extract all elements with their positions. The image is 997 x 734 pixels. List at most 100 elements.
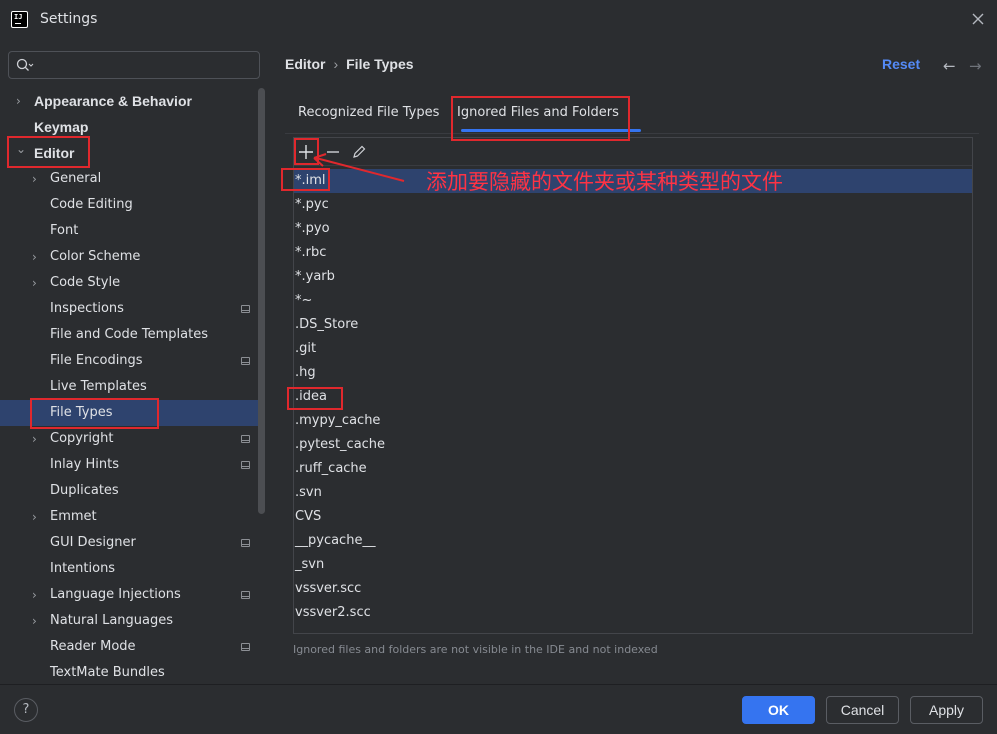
- list-item[interactable]: .pytest_cache: [294, 433, 972, 457]
- sidebar-item-editor[interactable]: ⌄ Editor: [0, 140, 268, 166]
- sidebar-item-code-style[interactable]: › Code Style: [0, 270, 268, 296]
- list-item[interactable]: .DS_Store: [294, 313, 972, 337]
- sidebar-item-duplicates[interactable]: Duplicates: [0, 478, 268, 504]
- sidebar-item-live-templates[interactable]: Live Templates: [0, 374, 268, 400]
- sidebar-item-file-and-code-templates[interactable]: File and Code Templates: [0, 322, 268, 348]
- ignored-list-panel: *.iml *.pyc *.pyo *.rbc *.yarb *~ .DS_Store .gi…: [293, 137, 973, 634]
- title-bar: IJ Settings: [0, 0, 997, 40]
- list-item[interactable]: .idea: [294, 385, 972, 409]
- search-field[interactable]: [8, 51, 260, 79]
- tab-recognized-file-types[interactable]: Recognized File Types: [298, 105, 439, 120]
- sidebar-item-language-injections[interactable]: › Language Injections: [0, 582, 268, 608]
- list-item[interactable]: .svn: [294, 481, 972, 505]
- sidebar-item-color-scheme[interactable]: › Color Scheme: [0, 244, 268, 270]
- list-item[interactable]: __pycache__: [294, 529, 972, 553]
- sidebar-item-file-encodings[interactable]: File Encodings: [0, 348, 268, 374]
- search-icon: [16, 58, 34, 71]
- chevron-right-icon[interactable]: ›: [32, 426, 44, 452]
- help-button[interactable]: ?: [14, 698, 38, 722]
- list-item[interactable]: vssver2.scc: [294, 601, 972, 625]
- sidebar-scrollbar[interactable]: [258, 88, 265, 514]
- sidebar-item-intentions[interactable]: Intentions: [0, 556, 268, 582]
- list-item[interactable]: *.pyo: [294, 217, 972, 241]
- sidebar-item-general[interactable]: › General: [0, 166, 268, 192]
- sidebar-item-textmate-bundles[interactable]: TextMate Bundles: [0, 660, 268, 686]
- reset-button[interactable]: Reset: [882, 56, 920, 72]
- minus-icon[interactable]: [324, 143, 342, 161]
- chevron-right-icon[interactable]: ›: [32, 270, 44, 296]
- dialog-footer: ? OK Cancel Apply: [0, 684, 997, 734]
- annotation-text: 添加要隐藏的文件夹或某种类型的文件: [426, 170, 783, 194]
- sidebar-item-label: Inlay Hints: [50, 457, 119, 472]
- chevron-right-icon[interactable]: ›: [32, 504, 44, 530]
- sidebar-item-label: File Types: [50, 405, 113, 420]
- sidebar-item-label: File and Code Templates: [50, 327, 208, 342]
- sidebar-item-reader-mode[interactable]: Reader Mode: [0, 634, 268, 660]
- project-level-icon: [241, 591, 250, 599]
- sidebar-item-label: File Encodings: [50, 353, 143, 368]
- hint-text: Ignored files and folders are not visibl…: [293, 643, 658, 656]
- breadcrumb-editor[interactable]: Editor: [285, 56, 325, 72]
- list-item[interactable]: CVS: [294, 505, 972, 529]
- sidebar-item-keymap[interactable]: Keymap: [0, 114, 268, 140]
- list-item[interactable]: *~: [294, 289, 972, 313]
- chevron-down-icon[interactable]: ⌄: [16, 136, 28, 162]
- sidebar-item-gui-designer[interactable]: GUI Designer: [0, 530, 268, 556]
- sidebar-item-label: Appearance & Behavior: [34, 93, 192, 109]
- cancel-button[interactable]: Cancel: [826, 696, 899, 724]
- sidebar-item-file-types[interactable]: File Types: [0, 400, 258, 426]
- sidebar-item-emmet[interactable]: › Emmet: [0, 504, 268, 530]
- sidebar-item-label: Keymap: [34, 119, 89, 135]
- sidebar-item-label: Copyright: [50, 431, 114, 446]
- ok-button[interactable]: OK: [742, 696, 815, 724]
- active-tab-indicator: [461, 129, 641, 132]
- chevron-right-icon[interactable]: ›: [16, 88, 28, 114]
- tab-ignored-files-and-folders[interactable]: Ignored Files and Folders: [457, 105, 619, 120]
- list-item[interactable]: .hg: [294, 361, 972, 385]
- chevron-right-icon[interactable]: ›: [32, 608, 44, 634]
- plus-icon[interactable]: [297, 143, 315, 161]
- arrow-right-icon[interactable]: →: [969, 57, 982, 75]
- settings-tree: › Appearance & Behavior Keymap ⌄ Editor › Gene…: [0, 88, 268, 686]
- sidebar-item-label: Natural Languages: [50, 613, 174, 628]
- list-item[interactable]: .mypy_cache: [294, 409, 972, 433]
- list-item[interactable]: *.pyc: [294, 193, 972, 217]
- chevron-right-icon[interactable]: ›: [32, 582, 44, 608]
- breadcrumb-separator-icon: ›: [333, 56, 339, 72]
- list-item[interactable]: *.yarb: [294, 265, 972, 289]
- sidebar-item-natural-languages[interactable]: › Natural Languages: [0, 608, 268, 634]
- sidebar-item-copyright[interactable]: › Copyright: [0, 426, 268, 452]
- project-level-icon: [241, 357, 250, 365]
- ignored-patterns-list: *.iml *.pyc *.pyo *.rbc *.yarb *~ .DS_Store .gi…: [294, 169, 972, 625]
- apply-button[interactable]: Apply: [910, 696, 983, 724]
- sidebar-item-inlay-hints[interactable]: Inlay Hints: [0, 452, 268, 478]
- pencil-icon[interactable]: [350, 143, 368, 161]
- sidebar-item-inspections[interactable]: Inspections: [0, 296, 268, 322]
- sidebar-item-label: GUI Designer: [50, 535, 136, 550]
- sidebar-item-appearance-behavior[interactable]: › Appearance & Behavior: [0, 88, 268, 114]
- list-item[interactable]: *.rbc: [294, 241, 972, 265]
- project-level-icon: [241, 435, 250, 443]
- sidebar-item-code-editing[interactable]: Code Editing: [0, 192, 268, 218]
- sidebar-item-label: Code Editing: [50, 197, 133, 212]
- main-panel: Editor › File Types Reset ← → Recognized F…: [268, 40, 997, 684]
- sidebar-item-label: Duplicates: [50, 483, 119, 498]
- list-item[interactable]: .ruff_cache: [294, 457, 972, 481]
- sidebar-item-font[interactable]: Font: [0, 218, 268, 244]
- sidebar-item-label: General: [50, 171, 102, 186]
- close-icon[interactable]: [969, 10, 987, 28]
- settings-sidebar: › Appearance & Behavior Keymap ⌄ Editor › Gene…: [0, 40, 268, 684]
- chevron-right-icon[interactable]: ›: [32, 244, 44, 270]
- list-item[interactable]: .git: [294, 337, 972, 361]
- project-level-icon: [241, 305, 250, 313]
- sidebar-item-label: Language Injections: [50, 587, 181, 602]
- intellij-logo-icon: IJ: [11, 11, 28, 28]
- list-item[interactable]: vssver.scc: [294, 577, 972, 601]
- sidebar-item-label: Code Style: [50, 275, 121, 290]
- sidebar-item-label: Reader Mode: [50, 639, 136, 654]
- window-title: Settings: [40, 11, 98, 27]
- chevron-right-icon[interactable]: ›: [32, 166, 44, 192]
- list-item[interactable]: _svn: [294, 553, 972, 577]
- arrow-left-icon[interactable]: ←: [943, 57, 956, 75]
- search-input[interactable]: [39, 56, 249, 74]
